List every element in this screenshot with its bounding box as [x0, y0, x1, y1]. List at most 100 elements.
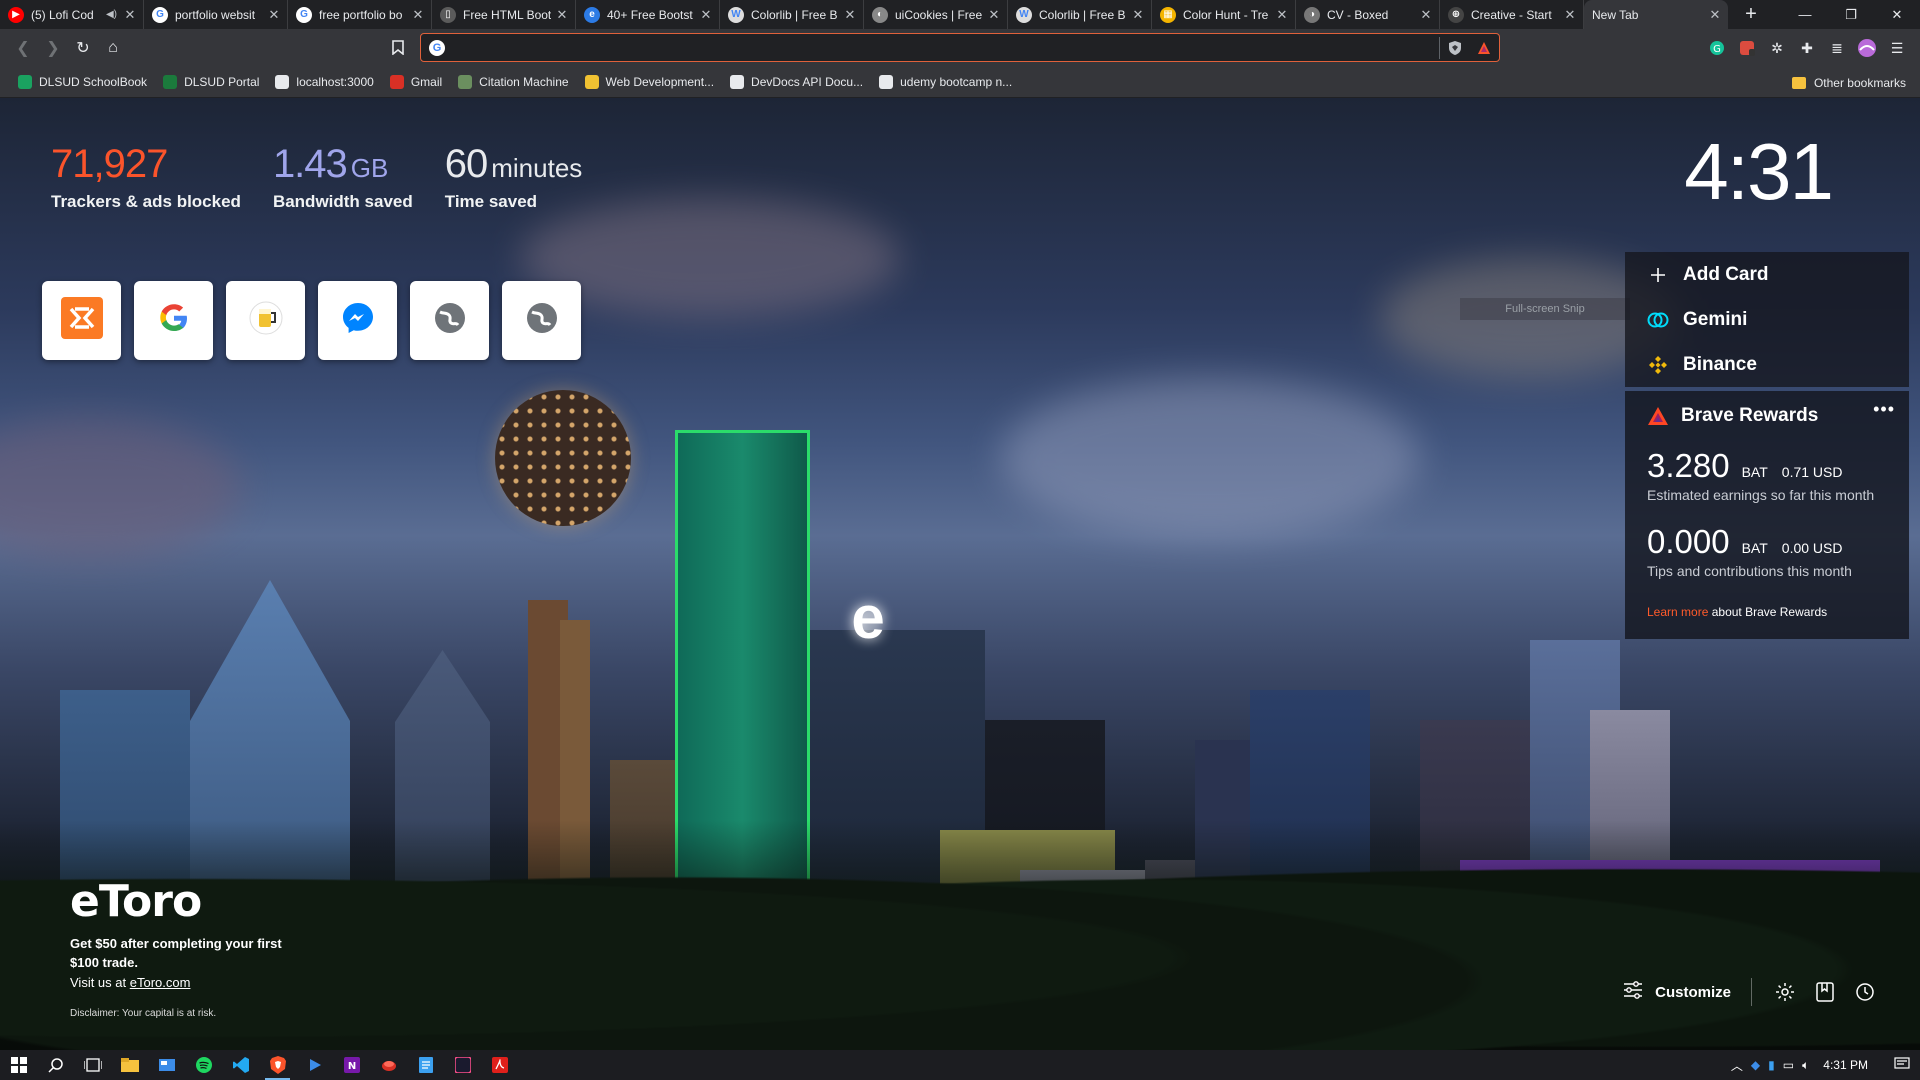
tab[interactable]: ⊕ Creative - Start ✕	[1440, 0, 1584, 29]
add-card-button[interactable]: Add Card	[1625, 252, 1909, 297]
customize-button[interactable]: Customize	[1623, 978, 1752, 1006]
close-tab-icon[interactable]: ✕	[1419, 7, 1433, 23]
spotify-icon[interactable]	[185, 1050, 222, 1080]
close-tab-icon[interactable]: ✕	[1275, 7, 1289, 23]
close-tab-icon[interactable]: ✕	[987, 7, 1001, 23]
tab[interactable]: ▶ (5) Lofi Cod ◀) ✕	[0, 0, 144, 29]
reload-icon[interactable]: ↻	[68, 33, 98, 63]
notifications-icon[interactable]	[1894, 1056, 1910, 1074]
profile-avatar-icon[interactable]	[1854, 35, 1880, 61]
acrobat-icon[interactable]	[481, 1050, 518, 1080]
bookmark-item[interactable]: DLSUD SchoolBook	[10, 69, 155, 95]
learn-more-link[interactable]: Learn more	[1647, 605, 1708, 619]
close-tab-icon[interactable]: ✕	[843, 7, 857, 23]
tab[interactable]: e 40+ Free Bootst ✕	[576, 0, 720, 29]
search-icon[interactable]	[37, 1050, 74, 1080]
rewards-header: Brave Rewards	[1647, 405, 1889, 427]
vscode-icon[interactable]	[222, 1050, 259, 1080]
media-player-icon[interactable]	[296, 1050, 333, 1080]
plus-icon	[1647, 264, 1669, 286]
restore-icon[interactable]: ❐	[1828, 0, 1874, 29]
brave-browser-icon[interactable]	[259, 1050, 296, 1080]
control-panel-icon[interactable]	[148, 1050, 185, 1080]
bookmark-item[interactable]: Citation Machine	[450, 69, 576, 95]
top-site-xampp[interactable]	[42, 281, 121, 360]
tab[interactable]: W Colorlib | Free B ✕	[1008, 0, 1152, 29]
tab[interactable]: W Colorlib | Free B ✕	[720, 0, 864, 29]
bookmark-icon[interactable]	[388, 37, 408, 57]
app-red-icon[interactable]	[370, 1050, 407, 1080]
tab-active[interactable]: New Tab ✕	[1584, 0, 1728, 29]
bookmark-item[interactable]: localhost:3000	[267, 69, 381, 95]
tab-favicon-icon: G	[152, 6, 168, 23]
close-tab-icon[interactable]: ✕	[123, 7, 137, 23]
back-icon[interactable]: ❮	[8, 33, 38, 63]
brave-shields-icon[interactable]	[1439, 36, 1469, 59]
history-icon[interactable]	[1852, 979, 1878, 1005]
bookmark-item[interactable]: Web Development...	[577, 69, 723, 95]
volume-icon[interactable]: 🔈︎	[1802, 1058, 1809, 1073]
binance-card[interactable]: Binance	[1625, 342, 1909, 387]
bookmark-favicon-icon	[18, 75, 32, 89]
top-site-messenger[interactable]	[318, 281, 397, 360]
top-site-globe-2[interactable]	[502, 281, 581, 360]
grammarly-icon[interactable]: G	[1704, 35, 1730, 61]
dropbox-icon[interactable]: ◆	[1751, 1058, 1760, 1072]
close-window-icon[interactable]: ✕	[1874, 0, 1920, 29]
close-tab-icon[interactable]: ✕	[1131, 7, 1145, 23]
new-tab-button[interactable]: +	[1738, 2, 1764, 28]
bookmarks-manager-icon[interactable]	[1812, 979, 1838, 1005]
terminal-app-icon[interactable]	[444, 1050, 481, 1080]
reading-list-icon[interactable]: ≣	[1824, 35, 1850, 61]
close-tab-icon[interactable]: ✕	[699, 7, 713, 23]
top-site-globe-1[interactable]	[410, 281, 489, 360]
todoist-icon[interactable]	[1734, 35, 1760, 61]
brave-rewards-icon[interactable]	[1469, 37, 1499, 59]
taskbar-clock[interactable]: 4:31 PM	[1823, 1058, 1868, 1072]
audio-playing-icon[interactable]: ◀)	[106, 9, 117, 20]
more-options-icon[interactable]: •••	[1873, 399, 1895, 420]
windows-start-icon[interactable]	[0, 1050, 37, 1080]
home-icon[interactable]: ⌂	[98, 33, 128, 63]
sponsor-link[interactable]: eToro.com	[130, 975, 191, 990]
tab[interactable]: Gportfolio websit ✕	[144, 0, 288, 29]
tray-app-icon[interactable]: ▮	[1768, 1058, 1775, 1072]
task-view-icon[interactable]	[74, 1050, 111, 1080]
minimize-icon[interactable]: —	[1782, 0, 1828, 29]
close-tab-icon[interactable]: ✕	[267, 7, 281, 23]
address-bar[interactable]: G	[420, 33, 1500, 62]
menu-icon[interactable]: ☰	[1884, 35, 1910, 61]
tab[interactable]: Gfree portfolio bo ✕	[288, 0, 432, 29]
close-tab-icon[interactable]: ✕	[1708, 7, 1722, 23]
other-bookmarks[interactable]: Other bookmarks	[1791, 67, 1906, 98]
chevron-up-icon[interactable]: ︿	[1731, 1057, 1743, 1074]
close-tab-icon[interactable]: ✕	[555, 7, 569, 23]
bookmark-label: Web Development...	[605, 75, 715, 89]
gemini-card[interactable]: Gemini	[1625, 297, 1909, 342]
forward-icon[interactable]: ❯	[38, 33, 68, 63]
tab[interactable]: ◑ CV - Boxed ✕	[1296, 0, 1440, 29]
close-tab-icon[interactable]: ✕	[1563, 7, 1577, 23]
file-explorer-icon[interactable]	[111, 1050, 148, 1080]
onenote-icon[interactable]: N	[333, 1050, 370, 1080]
tab[interactable]: ▯ Free HTML Boot ✕	[432, 0, 576, 29]
top-site-beer[interactable]	[226, 281, 305, 360]
bookmark-item[interactable]: DevDocs API Docu...	[722, 69, 871, 95]
sponsored-image-logo[interactable]: eToro Get $50 after completing your firs…	[70, 876, 290, 1019]
settings-gear-icon[interactable]	[1772, 979, 1798, 1005]
extensions-puzzle-icon[interactable]: ✚	[1794, 35, 1820, 61]
bookmark-item[interactable]: udemy bootcamp n...	[871, 69, 1020, 95]
url-input[interactable]	[453, 39, 1439, 56]
bookmark-item[interactable]: Gmail	[382, 69, 450, 95]
close-tab-icon[interactable]: ✕	[411, 7, 425, 23]
tab[interactable]: ▦ Color Hunt - Tre ✕	[1152, 0, 1296, 29]
notes-app-icon[interactable]	[407, 1050, 444, 1080]
top-site-google[interactable]	[134, 281, 213, 360]
globe-icon	[432, 300, 468, 341]
bookmark-item[interactable]: DLSUD Portal	[155, 69, 267, 95]
tab[interactable]: ◐ uiCookies | Free ✕	[864, 0, 1008, 29]
tab-favicon-icon: ◑	[1304, 6, 1320, 23]
globe-icon	[524, 300, 560, 341]
network-icon[interactable]: ▭	[1783, 1058, 1794, 1072]
settings-extension-icon[interactable]: ✲	[1764, 35, 1790, 61]
